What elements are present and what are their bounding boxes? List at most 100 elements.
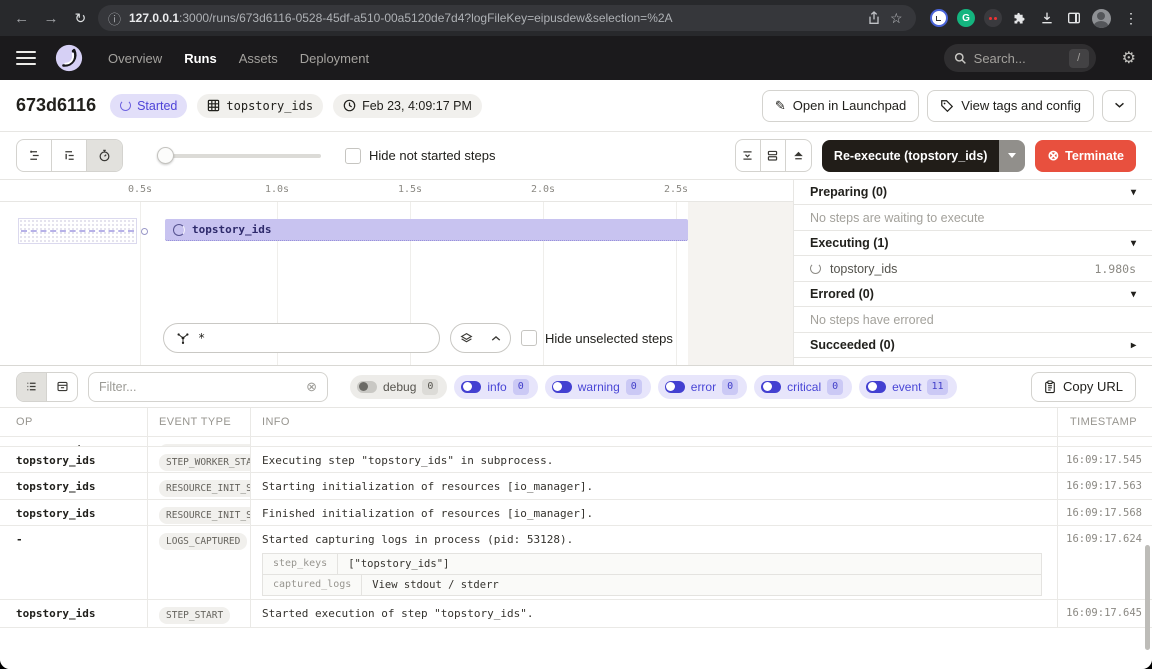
- waterfall-view-icon[interactable]: [52, 140, 87, 171]
- browser-menu-icon[interactable]: ⋮: [1120, 10, 1142, 27]
- zoom-slider[interactable]: [159, 154, 321, 158]
- level-filter-critical[interactable]: critical0: [754, 375, 852, 399]
- gantt-bar-label: topstory_ids: [192, 223, 271, 236]
- site-info-icon[interactable]: ⓘ: [108, 9, 121, 28]
- status-section-header[interactable]: Executing (1)▾: [794, 231, 1152, 256]
- reexecute-dropdown[interactable]: [999, 140, 1025, 172]
- metadata-value[interactable]: View stdout / stderr: [362, 575, 508, 595]
- gantt-view-mode-group: [16, 139, 123, 172]
- status-section-header[interactable]: Succeeded (0)▸: [794, 333, 1152, 358]
- share-icon[interactable]: [866, 10, 882, 26]
- log-scrollbar[interactable]: [1145, 545, 1150, 650]
- clock-icon: [343, 99, 356, 112]
- level-filter-error[interactable]: error0: [658, 375, 747, 399]
- global-search[interactable]: /: [944, 44, 1096, 72]
- list-view-icon[interactable]: [17, 373, 47, 401]
- url-bar[interactable]: ⓘ 127.0.0.1:3000/runs/673d6116-0528-45df…: [98, 5, 916, 31]
- log-table: OP EVENT TYPE INFO TIMESTAMP topstory_id…: [0, 408, 1152, 628]
- hamburger-menu-icon[interactable]: [16, 51, 36, 66]
- clock-extension-icon[interactable]: [930, 9, 948, 27]
- profile-avatar[interactable]: [1092, 9, 1111, 28]
- status-section-header[interactable]: Errored (0)▾: [794, 282, 1152, 307]
- status-section-header[interactable]: Preparing (0)▾: [794, 180, 1152, 205]
- step-selector-input[interactable]: [198, 331, 408, 345]
- nav-links: Overview Runs Assets Deployment: [108, 51, 369, 66]
- hide-not-started-checkbox-row[interactable]: Hide not started steps: [345, 148, 495, 164]
- axis-tick-label: 1.0s: [265, 184, 289, 195]
- zoom-slider-thumb[interactable]: [157, 147, 174, 164]
- run-datetime-tag[interactable]: Feb 23, 4:09:17 PM: [333, 94, 482, 118]
- terminate-button[interactable]: ⊗ Terminate: [1035, 140, 1136, 172]
- browser-forward-icon[interactable]: →: [39, 6, 62, 30]
- nav-item-overview[interactable]: Overview: [108, 51, 162, 66]
- metadata-key: step_keys: [263, 554, 338, 574]
- search-input[interactable]: [974, 51, 1062, 66]
- settings-gear-icon[interactable]: ⚙: [1122, 48, 1136, 68]
- level-count-badge: 0: [827, 379, 843, 395]
- toggle-switch[interactable]: [552, 381, 572, 393]
- triangle-down-icon: ▾: [1131, 187, 1136, 198]
- gantt-time-axis: 0.5s1.0s1.5s2.0s2.5s: [0, 180, 793, 202]
- toggle-switch[interactable]: [461, 381, 481, 393]
- side-panel-icon[interactable]: [1065, 9, 1083, 27]
- job-tag[interactable]: topstory_ids: [197, 94, 323, 118]
- log-row[interactable]: topstory_idsSTEP_STARTStarted execution …: [0, 600, 1152, 628]
- collapse-down-icon[interactable]: [736, 140, 761, 171]
- bookmark-star-icon[interactable]: ☆: [890, 10, 906, 26]
- hide-unselected-checkbox[interactable]: [521, 330, 537, 346]
- flat-view-icon[interactable]: [17, 140, 52, 171]
- log-row[interactable]: topstory_idsRESOURCE_INIT_SUCC...Finishe…: [0, 500, 1152, 526]
- future-time-region: [688, 202, 793, 365]
- gantt-step-bar[interactable]: topstory_ids: [165, 219, 688, 241]
- nav-item-runs[interactable]: Runs: [184, 51, 217, 66]
- expand-up-icon[interactable]: [786, 140, 811, 171]
- level-filter-event[interactable]: event11: [859, 375, 956, 399]
- dagster-logo-icon[interactable]: [54, 43, 84, 73]
- browser-reload-icon[interactable]: ↻: [69, 6, 92, 30]
- log-row[interactable]: topstory_idsSTEP_WORKER_STARTEDExecuting…: [0, 447, 1152, 473]
- puzzle-extensions-icon[interactable]: [1011, 9, 1029, 27]
- nav-item-deployment[interactable]: Deployment: [300, 51, 369, 66]
- toggle-switch[interactable]: [761, 381, 781, 393]
- timed-view-icon[interactable]: [87, 140, 122, 171]
- event-type-pill: STEP_WORKER_STARTED: [159, 454, 251, 471]
- structured-view-icon[interactable]: [47, 373, 77, 401]
- panel-layout-group: [735, 139, 812, 172]
- grammarly-extension-icon[interactable]: G: [957, 9, 975, 27]
- toggle-switch[interactable]: [357, 381, 377, 393]
- log-row[interactable]: -LOGS_CAPTUREDStarted capturing logs in …: [0, 526, 1152, 600]
- reexecute-button[interactable]: Re-execute (topstory_ids): [822, 140, 1026, 172]
- level-filter-debug[interactable]: debug0: [350, 375, 447, 399]
- copy-url-button[interactable]: Copy URL: [1031, 372, 1136, 402]
- clear-filter-icon[interactable]: ⊗: [306, 379, 317, 395]
- nav-item-assets[interactable]: Assets: [239, 51, 278, 66]
- level-count-badge: 0: [513, 379, 529, 395]
- hide-not-started-checkbox[interactable]: [345, 148, 361, 164]
- download-icon[interactable]: [1038, 9, 1056, 27]
- toggle-switch[interactable]: [866, 381, 886, 393]
- chevron-up-icon[interactable]: [482, 324, 510, 352]
- browser-back-icon[interactable]: ←: [10, 6, 33, 30]
- level-count-badge: 11: [927, 379, 947, 395]
- view-tags-config-button[interactable]: View tags and config: [927, 90, 1094, 122]
- robot-extension-icon[interactable]: [984, 9, 1002, 27]
- event-type-pill: LOGS_CAPTURED: [159, 533, 247, 550]
- split-panels-icon[interactable]: [761, 140, 786, 171]
- axis-tick-label: 2.5s: [664, 184, 688, 195]
- step-spinner-icon: [173, 224, 185, 236]
- hide-unselected-checkbox-row[interactable]: Hide unselected steps: [521, 330, 673, 346]
- log-row[interactable]: topstory_idsSTEP_WORKER_STARTI...Launchi…: [0, 437, 1152, 447]
- step-selector[interactable]: [163, 323, 440, 353]
- hide-unselected-label: Hide unselected steps: [545, 331, 673, 346]
- log-filter[interactable]: ⊗: [88, 372, 328, 402]
- layers-icon[interactable]: [451, 324, 482, 352]
- toggle-switch[interactable]: [665, 381, 685, 393]
- log-row[interactable]: topstory_idsRESOURCE_INIT_STAR...Startin…: [0, 473, 1152, 500]
- level-filter-info[interactable]: info0: [454, 375, 537, 399]
- more-actions-button[interactable]: [1102, 90, 1136, 122]
- level-filter-warning[interactable]: warning0: [545, 375, 651, 399]
- log-filter-input[interactable]: [99, 380, 300, 394]
- status-step-row[interactable]: topstory_ids1.980s: [794, 256, 1152, 282]
- open-launchpad-button[interactable]: ✎Open in Launchpad: [762, 90, 919, 122]
- dagster-nav: Overview Runs Assets Deployment / ⚙: [0, 36, 1152, 80]
